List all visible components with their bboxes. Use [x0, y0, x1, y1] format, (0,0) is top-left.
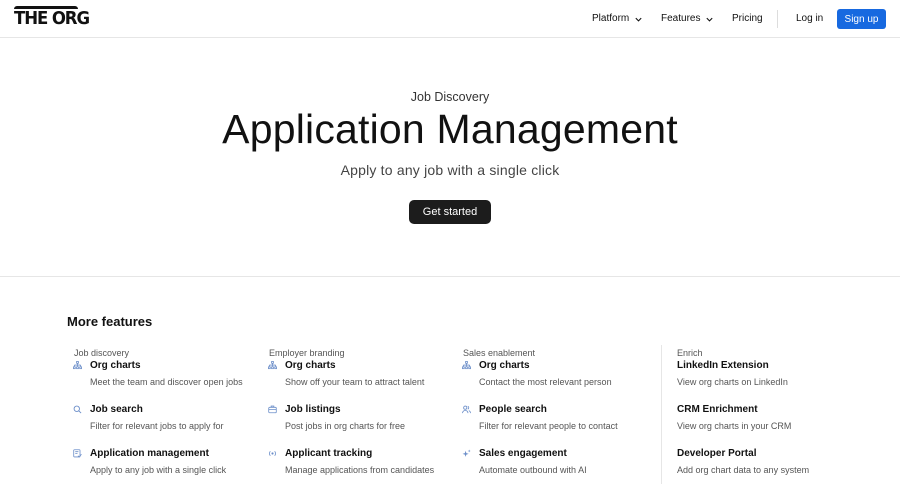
feature-desc: View org charts on LinkedIn [677, 377, 788, 387]
feature-title: Developer Portal [677, 448, 757, 459]
tracking-icon [269, 451, 276, 456]
chevron-down-icon [635, 17, 642, 22]
more-features-title: More features [67, 314, 153, 329]
feature-desc: Add org chart data to any system [677, 465, 810, 475]
nav-features[interactable]: Features [661, 12, 714, 26]
hero-subtitle: Apply to any job with a single click [340, 162, 560, 178]
feature-item-application-management[interactable]: Application management Apply to any job … [67, 447, 226, 484]
application-icon [73, 449, 82, 458]
nav-divider [777, 10, 778, 28]
feature-item-sales-engagement[interactable]: Sales engagement Automate outbound with … [456, 447, 587, 484]
nav-pricing[interactable]: Pricing [732, 12, 763, 26]
org-chart-icon [462, 361, 471, 370]
feature-desc: Apply to any job with a single click [90, 465, 227, 475]
feature-desc: Filter for relevant people to contact [479, 421, 618, 431]
column-heading: Job discovery [74, 348, 130, 358]
page-title: Application Management [222, 106, 678, 152]
feature-desc: Automate outbound with AI [479, 465, 587, 475]
top-nav: THE ORG Platform Features Pricing Log in… [0, 0, 900, 38]
feature-title: People search [479, 404, 547, 415]
feature-title: Application management [90, 448, 209, 459]
feature-desc: View org charts in your CRM [677, 421, 792, 431]
people-icon [462, 405, 471, 414]
feature-title: Job listings [285, 404, 341, 415]
feature-desc: Meet the team and discover open jobs [90, 377, 243, 387]
feature-column-employer-branding: Employer branding Org charts Show off yo… [262, 347, 434, 484]
feature-item-job-listings[interactable]: Job listings Post jobs in org charts for… [262, 403, 405, 447]
feature-title: Org charts [90, 360, 141, 371]
feature-title: Sales engagement [479, 448, 567, 459]
feature-column-sales-enablement: Sales enablement Org charts Contact the … [456, 347, 618, 484]
get-started-button[interactable]: Get started [409, 200, 491, 224]
login-label: Log in [796, 13, 824, 24]
nav-platform-label: Platform [592, 13, 630, 24]
feature-title: Org charts [479, 360, 530, 371]
nav-pricing-label: Pricing [732, 13, 763, 24]
org-chart-icon [73, 361, 82, 370]
section-divider [0, 276, 900, 277]
feature-item-org-charts[interactable]: Org charts Contact the most relevant per… [456, 359, 612, 403]
feature-title: CRM Enrichment [677, 404, 758, 415]
feature-item-org-charts[interactable]: Org charts Meet the team and discover op… [67, 359, 243, 403]
feature-title: Job search [90, 404, 143, 415]
feature-column-job-discovery: Job discovery Org charts Meet the team a… [67, 347, 243, 484]
feature-item-org-charts[interactable]: Org charts Show off your team to attract… [262, 359, 424, 403]
feature-desc: Show off your team to attract talent [285, 377, 425, 387]
nav-platform[interactable]: Platform [592, 12, 643, 26]
feature-item-crm-enrichment[interactable]: CRM Enrichment View org charts in your C… [660, 403, 791, 447]
org-chart-icon [268, 361, 277, 370]
column-heading: Enrich [677, 348, 703, 358]
briefcase-icon [268, 405, 277, 414]
feature-column-enrich: Enrich LinkedIn Extension View org chart… [660, 347, 809, 484]
column-heading: Sales enablement [463, 348, 536, 358]
feature-item-linkedin-extension[interactable]: LinkedIn Extension View org charts on Li… [660, 359, 788, 403]
feature-desc: Filter for relevant jobs to apply for [90, 421, 224, 431]
search-icon [73, 405, 82, 414]
feature-title: Org charts [285, 360, 336, 371]
column-heading: Employer branding [269, 348, 345, 358]
feature-item-applicant-tracking[interactable]: Applicant tracking Manage applications f… [262, 447, 434, 484]
login-link[interactable]: Log in [796, 12, 823, 26]
feature-item-people-search[interactable]: People search Filter for relevant people… [456, 403, 618, 447]
feature-desc: Post jobs in org charts for free [285, 421, 406, 431]
feature-desc: Manage applications from candidates [285, 465, 435, 475]
hero-eyebrow: Job Discovery [410, 90, 490, 104]
feature-desc: Contact the most relevant person [479, 377, 612, 387]
signup-button[interactable]: Sign up [837, 9, 886, 29]
chevron-down-icon [706, 17, 714, 22]
feature-item-job-search[interactable]: Job search Filter for relevant jobs to a… [67, 403, 224, 447]
feature-item-developer-portal[interactable]: Developer Portal Add org chart data to a… [660, 447, 809, 484]
feature-title: LinkedIn Extension [677, 360, 769, 371]
logo[interactable]: THE ORG [14, 6, 95, 29]
logo-text: THE ORG [14, 8, 90, 29]
sparkle-icon [462, 449, 471, 457]
nav-features-label: Features [661, 13, 701, 24]
feature-title: Applicant tracking [285, 448, 373, 459]
